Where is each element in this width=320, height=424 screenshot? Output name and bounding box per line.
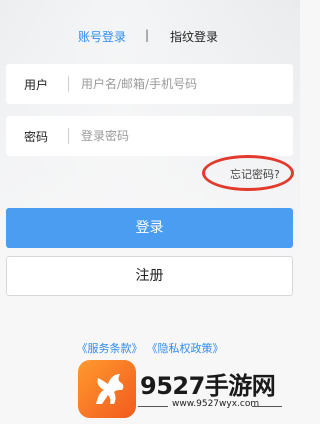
watermark-brand: 9527手游网	[140, 372, 276, 400]
terms-links: 《服务条款》 《隐私权政策》	[0, 340, 300, 356]
tab-fingerprint-login[interactable]: 指纹登录	[170, 28, 218, 45]
password-input[interactable]	[81, 129, 271, 143]
privacy-policy-link[interactable]: 《隐私权政策》	[147, 342, 224, 355]
tab-account-login[interactable]: 账号登录	[78, 28, 126, 45]
field-divider	[68, 128, 69, 144]
tab-separator: |	[145, 28, 150, 42]
register-button[interactable]: 注册	[6, 256, 293, 296]
username-input[interactable]	[81, 77, 271, 91]
watermark-url: www.9527wyx.com	[172, 399, 260, 409]
password-field[interactable]: 密码	[6, 116, 293, 156]
login-tabs: 账号登录 | 指纹登录	[0, 26, 300, 46]
watermark-line-left	[138, 406, 168, 407]
username-field[interactable]: 用户	[6, 64, 293, 104]
forgot-password-link[interactable]: 忘记密码?	[230, 166, 280, 182]
field-divider	[68, 76, 69, 92]
login-button[interactable]: 登录	[6, 208, 293, 248]
watermark-line-right	[252, 406, 282, 407]
horse-logo-icon	[78, 360, 136, 418]
password-label: 密码	[24, 129, 49, 144]
username-label: 用户	[24, 77, 49, 92]
terms-of-service-link[interactable]: 《服务条款》	[77, 342, 143, 355]
